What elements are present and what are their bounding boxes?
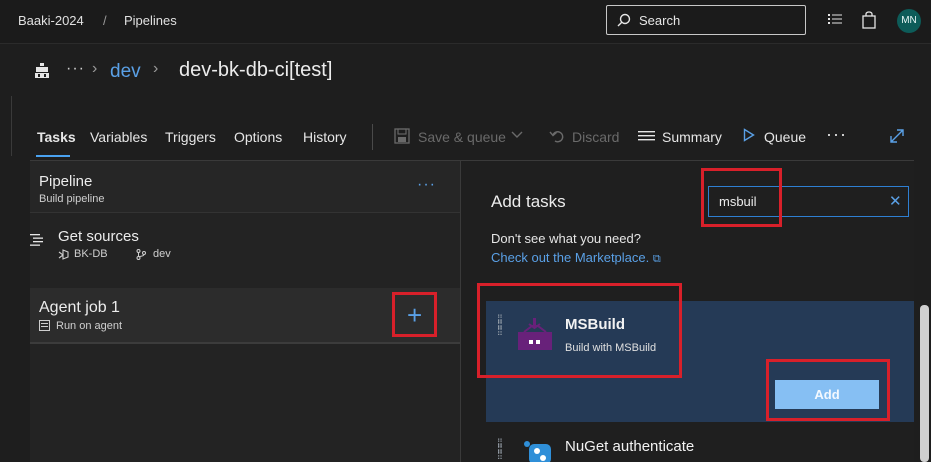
clear-search-icon[interactable]: ✕: [889, 192, 902, 210]
tab-history[interactable]: History: [303, 129, 347, 145]
summary-icon: [638, 131, 655, 141]
top-bar: Baaki-2024 / Pipelines Search MN: [0, 0, 931, 44]
get-sources-icon: [30, 234, 43, 246]
pipeline-subtitle: Build pipeline: [39, 193, 105, 205]
pipeline-node[interactable]: [30, 161, 460, 213]
nuget-icon: [524, 441, 551, 462]
source-branch: dev: [153, 248, 171, 260]
annotation-highlight-add: [766, 359, 890, 421]
tab-options[interactable]: Options: [234, 129, 282, 145]
agent-job-title: Agent job 1: [39, 299, 120, 316]
save-and-queue-button[interactable]: Save & queue: [418, 129, 506, 145]
user-avatar[interactable]: MN: [897, 9, 921, 33]
chevron-right-icon: ›: [153, 60, 159, 77]
tab-tasks[interactable]: Tasks: [37, 129, 76, 145]
more-actions-button[interactable]: ···: [826, 124, 847, 145]
shopping-bag-icon[interactable]: [861, 11, 877, 29]
queue-button[interactable]: Queue: [764, 129, 806, 145]
annotation-highlight-msbuild: [477, 283, 682, 378]
add-tasks-heading: Add tasks: [491, 192, 566, 211]
undo-icon: [549, 131, 564, 143]
active-tab-indicator: [36, 155, 70, 157]
external-link-icon: ⧉: [652, 253, 661, 265]
plus-icon: +: [407, 300, 423, 330]
nuget-task-title: NuGet authenticate: [565, 438, 695, 455]
help-text: Don't see what you need?: [491, 231, 641, 246]
left-nav-strip: [0, 44, 12, 462]
expand-icon[interactable]: [889, 128, 905, 144]
play-icon: [743, 128, 755, 142]
summary-button[interactable]: Summary: [662, 129, 722, 145]
drag-handle-icon[interactable]: ⁞⁞ ⁞⁞ ⁞⁞: [497, 437, 503, 461]
search-placeholder: Search: [639, 13, 681, 28]
discard-button[interactable]: Discard: [572, 129, 619, 145]
tab-variables[interactable]: Variables: [90, 129, 147, 145]
agent-icon: [39, 320, 50, 331]
chevron-down-icon[interactable]: [511, 130, 523, 140]
marketplace-link[interactable]: Check out the Marketplace. ⧉: [491, 250, 661, 266]
page-title: dev-bk-db-ci[test]: [179, 59, 333, 81]
tab-triggers[interactable]: Triggers: [165, 129, 216, 145]
pipeline-title: Pipeline: [39, 173, 93, 190]
panel-divider: [460, 160, 461, 462]
breadcrumb-overflow-button[interactable]: ···: [66, 60, 85, 78]
pipeline-icon: [35, 63, 49, 78]
agent-job-subtitle: Run on agent: [56, 320, 123, 332]
toolbar-divider: [372, 124, 373, 150]
pipeline-more-button[interactable]: ···: [417, 176, 436, 194]
save-icon: [394, 128, 410, 144]
breadcrumb-separator: /: [103, 13, 107, 28]
global-search-input[interactable]: Search: [606, 5, 806, 35]
branch-icon: [136, 249, 146, 260]
get-sources-title[interactable]: Get sources: [58, 228, 139, 245]
breadcrumb-pipelines[interactable]: Pipelines: [124, 13, 177, 28]
scrollbar-thumb[interactable]: [920, 305, 929, 462]
repo-icon: [58, 249, 69, 260]
marketplace-link-label: Check out the Marketplace.: [491, 250, 650, 265]
annotation-highlight-search: [701, 168, 782, 227]
source-repo: BK-DB: [74, 248, 108, 260]
breadcrumb-org[interactable]: Baaki-2024: [18, 13, 84, 28]
search-icon: [617, 13, 631, 27]
chevron-right-icon: ›: [92, 60, 98, 77]
add-task-to-agent-job-button[interactable]: +: [392, 292, 437, 337]
task-list-icon[interactable]: [827, 11, 843, 27]
breadcrumb-folder[interactable]: dev: [110, 61, 141, 83]
